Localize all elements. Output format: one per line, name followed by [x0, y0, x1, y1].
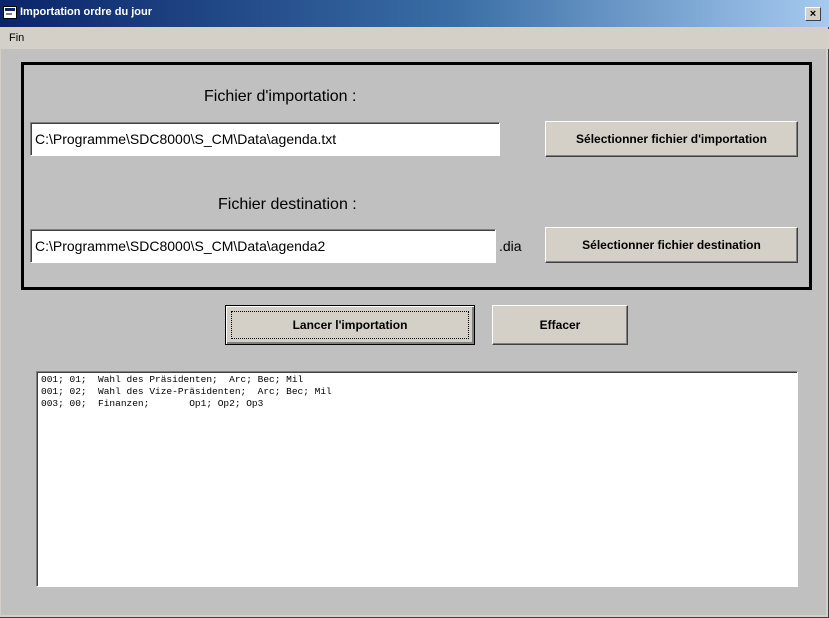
list-item[interactable]: 001; 02; Wahl des Vize-Präsidenten; Arc;… — [41, 386, 793, 398]
clear-button[interactable]: Effacer — [492, 305, 628, 345]
import-output-list[interactable]: 001; 01; Wahl des Präsidenten; Arc; Bec;… — [36, 371, 798, 587]
list-item[interactable]: 003; 00; Finanzen; Op1; Op2; Op3 — [41, 398, 793, 410]
window-title: Importation ordre du jour — [20, 6, 152, 18]
import-file-heading: Fichier d'importation : — [204, 88, 357, 105]
client-area: Fichier d'importation : C:\Programme\SDC… — [1, 49, 826, 615]
destination-path-field[interactable]: C:\Programme\SDC8000\S_CM\Data\agenda2 — [30, 229, 496, 263]
import-window: Importation ordre du jour × Fin Fichier … — [0, 0, 829, 618]
destination-file-heading: Fichier destination : — [218, 196, 357, 213]
list-item[interactable]: 001; 01; Wahl des Präsidenten; Arc; Bec;… — [41, 374, 793, 386]
import-path-field[interactable]: C:\Programme\SDC8000\S_CM\Data\agenda.tx… — [30, 122, 500, 156]
app-icon[interactable] — [3, 6, 17, 19]
destination-extension-label: .dia — [499, 238, 522, 254]
focus-rectangle — [231, 311, 469, 339]
launch-import-button[interactable]: Lancer l'importation — [225, 305, 475, 345]
select-import-file-button[interactable]: Sélectionner fichier d'importation — [545, 121, 798, 157]
close-button[interactable]: × — [805, 7, 821, 21]
menu-item-fin[interactable]: Fin — [6, 31, 27, 45]
title-bar[interactable]: Importation ordre du jour × — [0, 0, 829, 27]
menu-bar: Fin — [0, 29, 829, 49]
select-destination-file-button[interactable]: Sélectionner fichier destination — [545, 227, 798, 263]
